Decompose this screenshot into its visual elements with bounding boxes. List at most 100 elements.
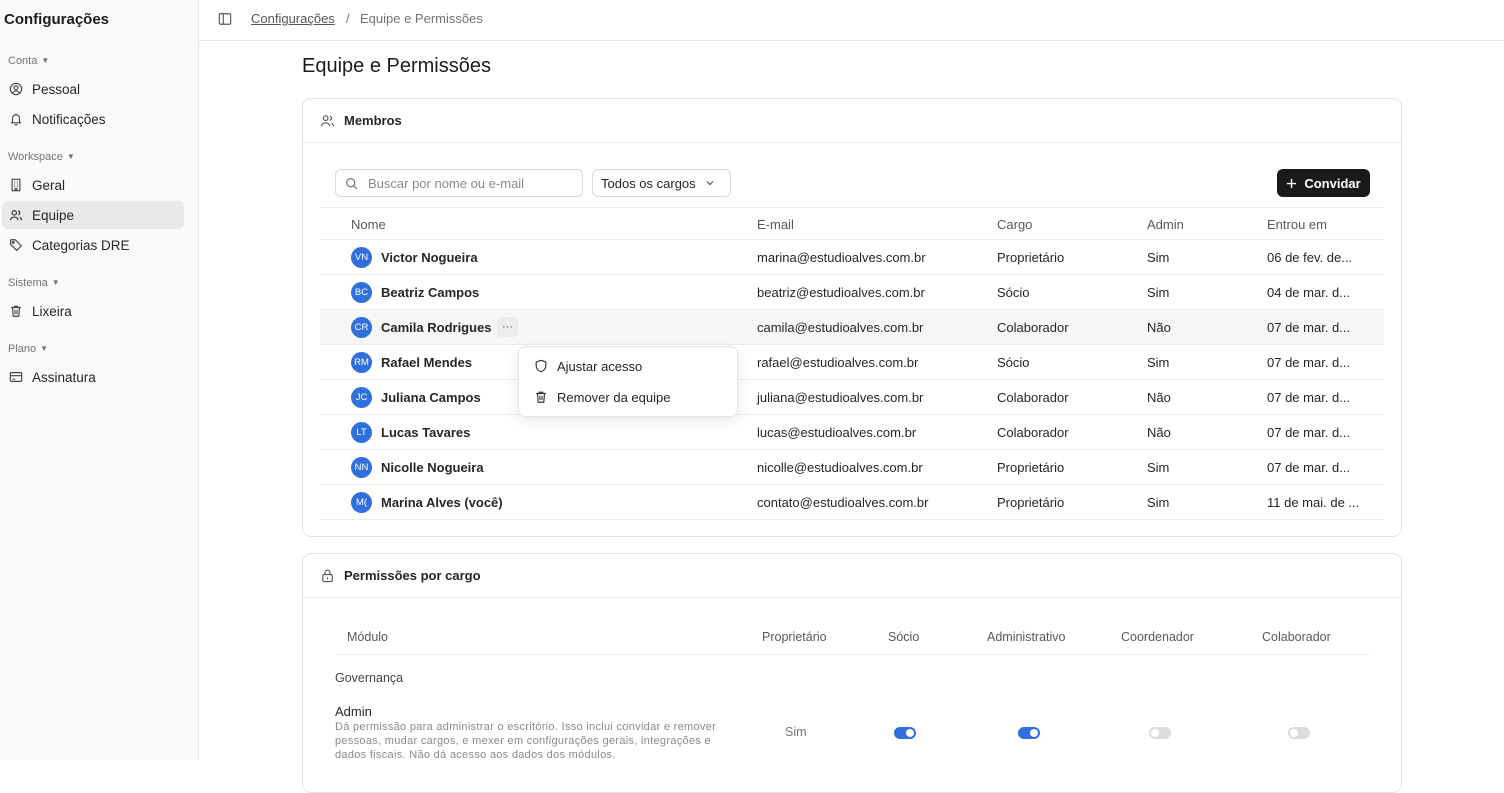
table-row[interactable]: LT Lucas Tavares lucas@estudioalves.com.… <box>320 415 1384 450</box>
menu-item-label: Ajustar acesso <box>557 358 643 374</box>
section-conta[interactable]: Conta ▼ <box>8 55 49 67</box>
member-admin: Não <box>1147 320 1171 335</box>
table-row[interactable]: CR Camila Rodrigues ··· camila@estudioal… <box>320 310 1384 345</box>
search-icon <box>346 177 358 189</box>
member-name: Marina Alves (você) <box>381 495 503 510</box>
table-row[interactable]: RM Rafael Mendes rafael@estudioalves.com… <box>320 345 1384 380</box>
row-actions-button[interactable]: ··· <box>497 317 518 337</box>
invite-button[interactable]: Convidar <box>1277 169 1370 197</box>
toggle-partner-admin[interactable] <box>894 727 916 739</box>
breadcrumb-separator: / <box>346 11 350 26</box>
avatar: BC <box>351 282 372 303</box>
sidebar-item-equipe[interactable]: Equipe <box>2 201 184 229</box>
chevron-down-icon <box>706 181 714 186</box>
member-admin: Não <box>1147 390 1171 405</box>
menu-item-adjust-access[interactable]: Ajustar acesso <box>527 353 729 379</box>
users-icon <box>320 115 335 127</box>
plus-icon <box>1287 178 1297 188</box>
col-header-name[interactable]: Nome <box>351 217 386 232</box>
caret-down-icon: ▼ <box>40 344 49 353</box>
sidebar-item-label: Notificações <box>32 111 106 127</box>
members-table-header: Nome E-mail Cargo Admin Entrou em <box>320 207 1384 240</box>
member-email: juliana@estudioalves.com.br <box>757 390 924 405</box>
permission-group-label: Governança <box>335 671 404 685</box>
member-role: Sócio <box>997 355 1030 370</box>
member-joined: 06 de fev. de... <box>1267 250 1353 265</box>
sidebar-item-notificacoes[interactable]: Notificações <box>2 105 184 133</box>
toggle-administrative-admin[interactable] <box>1018 727 1040 739</box>
member-name: Beatriz Campos <box>381 285 480 300</box>
sidebar-item-label: Pessoal <box>32 81 81 97</box>
member-role: Proprietário <box>997 460 1065 475</box>
building-icon <box>11 178 21 192</box>
top-bar: Configurações / Equipe e Permissões <box>199 0 1504 41</box>
section-label: Plano <box>8 343 37 355</box>
member-name: Rafael Mendes <box>381 355 473 370</box>
avatar: M( <box>351 492 372 513</box>
avatar: LT <box>351 422 372 443</box>
col-header-role[interactable]: Cargo <box>997 217 1032 232</box>
member-admin: Sim <box>1147 355 1170 370</box>
role-filter-select[interactable]: Todos os cargos <box>592 169 731 197</box>
col-header-admin[interactable]: Admin <box>1147 217 1184 232</box>
trash-icon <box>536 391 546 403</box>
member-role: Colaborador <box>997 425 1069 440</box>
members-card-header: Membros <box>303 99 1401 143</box>
member-joined: 07 de mar. d... <box>1267 390 1351 405</box>
col-header-administrative: Administrativo <box>987 630 1066 644</box>
toggle-collaborator-admin[interactable] <box>1288 727 1310 739</box>
breadcrumb-configuracoes[interactable]: Configurações <box>251 11 335 26</box>
section-workspace[interactable]: Workspace ▼ <box>8 151 75 163</box>
member-admin: Sim <box>1147 285 1170 300</box>
member-email: lucas@estudioalves.com.br <box>757 425 917 440</box>
member-name: Camila Rodrigues <box>381 320 492 335</box>
member-name: Nicolle Nogueira <box>381 460 484 475</box>
sidebar-item-lixeira[interactable]: Lixeira <box>2 297 184 325</box>
sidebar-item-assinatura[interactable]: Assinatura <box>2 363 184 391</box>
table-row[interactable]: NN Nicolle Nogueira nicolle@estudioalves… <box>320 450 1384 485</box>
section-plano[interactable]: Plano ▼ <box>8 343 48 355</box>
avatar: CR <box>351 317 372 338</box>
member-joined: 07 de mar. d... <box>1267 320 1351 335</box>
breadcrumb-current: Equipe e Permissões <box>360 11 483 26</box>
sidebar-item-label: Assinatura <box>32 369 96 385</box>
caret-down-icon: ▼ <box>41 56 50 65</box>
member-email: nicolle@estudioalves.com.br <box>757 460 923 475</box>
menu-item-label: Remover da equipe <box>557 389 671 405</box>
avatar: RM <box>351 352 372 373</box>
users-icon <box>9 210 23 221</box>
col-header-email[interactable]: E-mail <box>757 217 794 232</box>
table-row[interactable]: BC Beatriz Campos beatriz@estudioalves.c… <box>320 275 1384 310</box>
search-box[interactable] <box>335 169 583 197</box>
table-row[interactable]: JC Juliana Campos juliana@estudioalves.c… <box>320 380 1384 415</box>
menu-item-remove-from-team[interactable]: Remover da equipe <box>527 384 729 410</box>
member-role: Colaborador <box>997 320 1069 335</box>
sidebar-toggle-icon[interactable] <box>218 12 232 26</box>
member-admin: Sim <box>1147 460 1170 475</box>
section-label: Conta <box>8 55 38 67</box>
member-email: camila@estudioalves.com.br <box>757 320 924 335</box>
search-input[interactable] <box>368 175 568 191</box>
trash-icon <box>11 305 21 317</box>
sidebar-item-geral[interactable]: Geral <box>2 171 184 199</box>
table-row[interactable]: M( Marina Alves (você) contato@estudioal… <box>320 485 1384 520</box>
permission-title: Admin <box>335 704 372 719</box>
member-admin: Não <box>1147 425 1171 440</box>
row-context-menu: Ajustar acesso Remover da equipe <box>518 346 738 417</box>
sidebar-item-label: Geral <box>32 177 66 193</box>
credit-card-icon <box>9 372 23 382</box>
member-admin: Sim <box>1147 495 1170 510</box>
sidebar: Configurações Conta ▼ Pessoal Notificaçõe… <box>0 0 199 760</box>
member-name: Juliana Campos <box>381 390 481 405</box>
col-header-joined[interactable]: Entrou em <box>1267 217 1327 232</box>
col-header-owner: Proprietário <box>762 630 827 644</box>
toggle-coordinator-admin[interactable] <box>1149 727 1171 739</box>
invite-label: Convidar <box>1304 175 1361 191</box>
caret-down-icon: ▼ <box>51 278 60 287</box>
member-email: beatriz@estudioalves.com.br <box>757 285 925 300</box>
table-row[interactable]: VN Victor Nogueira marina@estudioalves.c… <box>320 240 1384 275</box>
sidebar-item-categorias-dre[interactable]: Categorias DRE <box>2 231 184 259</box>
permissions-card-header: Permissões por cargo <box>303 554 1401 598</box>
section-sistema[interactable]: Sistema ▼ <box>8 277 60 289</box>
sidebar-item-pessoal[interactable]: Pessoal <box>2 75 184 103</box>
